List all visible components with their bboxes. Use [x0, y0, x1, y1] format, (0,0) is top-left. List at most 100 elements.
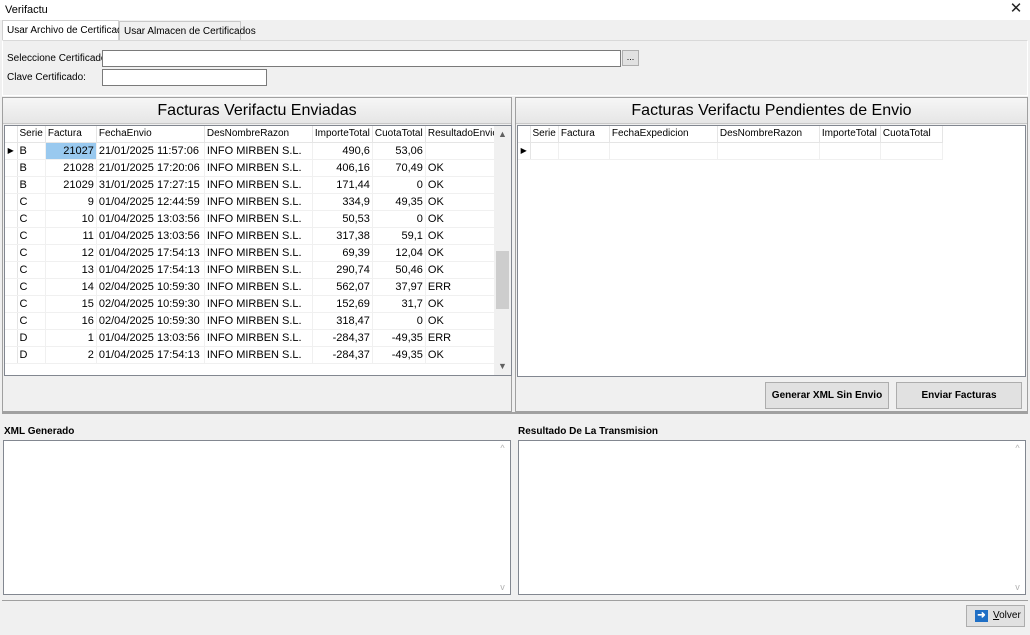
cell-fecha-envio[interactable]: 31/01/2025 17:27:15: [96, 176, 205, 194]
column-header-factura[interactable]: Factura: [558, 126, 610, 143]
cell-factura[interactable]: 16: [45, 312, 97, 330]
cell-serie[interactable]: C: [17, 227, 46, 245]
cell-serie[interactable]: D: [17, 329, 46, 347]
cell-cuota-total[interactable]: 37,97: [372, 278, 426, 296]
table-row[interactable]: C 10 01/04/2025 13:03:56 INFO MIRBEN S.L. 50…: [5, 210, 501, 228]
table-row[interactable]: C 13 01/04/2025 17:54:13 INFO MIRBEN S.L. 29…: [5, 261, 501, 279]
cell-fecha-envio[interactable]: 01/04/2025 17:54:13: [96, 261, 205, 279]
column-header-importe-total[interactable]: ImporteTotal: [312, 126, 373, 143]
cell-fecha-envio[interactable]: 01/04/2025 13:03:56: [96, 227, 205, 245]
cell-importe-total[interactable]: 490,6: [312, 142, 373, 160]
table-row[interactable]: B 21029 31/01/2025 17:27:15 INFO MIRBEN S.L…: [5, 176, 501, 194]
cell-fecha-envio[interactable]: 21/01/2025 11:57:06: [96, 142, 205, 160]
table-row[interactable]: C 14 02/04/2025 10:59:30 INFO MIRBEN S.L. 56…: [5, 278, 501, 296]
cell-resultado-envio[interactable]: OK: [425, 295, 501, 313]
cell-importe-total[interactable]: 152,69: [312, 295, 373, 313]
table-row[interactable]: C 11 01/04/2025 13:03:56 INFO MIRBEN S.L. 31…: [5, 227, 501, 245]
table-cell[interactable]: [717, 142, 820, 160]
table-row[interactable]: B 21028 21/01/2025 17:20:06 INFO MIRBEN S.L…: [5, 159, 501, 177]
scroll-up-icon[interactable]: ^: [1009, 443, 1026, 453]
column-header-serie[interactable]: Serie: [17, 126, 46, 143]
cell-des-nombre-razon[interactable]: INFO MIRBEN S.L.: [204, 261, 313, 279]
cell-cuota-total[interactable]: 12,04: [372, 244, 426, 262]
cell-des-nombre-razon[interactable]: INFO MIRBEN S.L.: [204, 329, 313, 347]
cell-fecha-envio[interactable]: 01/04/2025 17:54:13: [96, 346, 205, 364]
cell-des-nombre-razon[interactable]: INFO MIRBEN S.L.: [204, 295, 313, 313]
cell-resultado-envio[interactable]: OK: [425, 346, 501, 364]
cell-des-nombre-razon[interactable]: INFO MIRBEN S.L.: [204, 278, 313, 296]
cell-importe-total[interactable]: 290,74: [312, 261, 373, 279]
cell-resultado-envio[interactable]: ERR: [425, 278, 501, 296]
cell-factura[interactable]: 11: [45, 227, 97, 245]
cell-cuota-total[interactable]: 49,35: [372, 193, 426, 211]
cell-importe-total[interactable]: 69,39: [312, 244, 373, 262]
column-header-importe-total[interactable]: ImporteTotal: [819, 126, 881, 143]
table-row[interactable]: C 15 02/04/2025 10:59:30 INFO MIRBEN S.L. 15…: [5, 295, 501, 313]
sent-invoices-grid[interactable]: Serie Factura FechaEnvio DesNombreRazon …: [4, 125, 512, 376]
cell-serie[interactable]: D: [17, 346, 46, 364]
browse-button[interactable]: ...: [622, 50, 639, 66]
cell-factura[interactable]: 12: [45, 244, 97, 262]
scroll-down-icon[interactable]: v: [1009, 582, 1026, 592]
sent-grid-scrollbar[interactable]: ▲ ▼: [494, 126, 511, 375]
cell-cuota-total[interactable]: 59,1: [372, 227, 426, 245]
cell-factura[interactable]: 13: [45, 261, 97, 279]
xml-generated-textarea[interactable]: [3, 440, 511, 595]
table-row[interactable]: ▶ B 21027 21/01/2025 11:57:06 INFO MIRBEN S.…: [5, 141, 501, 160]
close-icon[interactable]: ✕: [1008, 1, 1024, 17]
cell-cuota-total[interactable]: 0: [372, 312, 426, 330]
column-header-resultado-envio[interactable]: ResultadoEnvio: [425, 126, 501, 143]
cell-serie[interactable]: C: [17, 210, 46, 228]
cell-factura[interactable]: 21029: [45, 176, 97, 194]
table-row[interactable]: C 16 02/04/2025 10:59:30 INFO MIRBEN S.L. 31…: [5, 312, 501, 330]
cell-resultado-envio[interactable]: OK: [425, 244, 501, 262]
cell-des-nombre-razon[interactable]: INFO MIRBEN S.L.: [204, 142, 313, 160]
cell-importe-total[interactable]: 171,44: [312, 176, 373, 194]
column-header-cuota-total[interactable]: CuotaTotal: [880, 126, 943, 143]
cell-serie[interactable]: B: [17, 142, 46, 160]
table-cell[interactable]: [819, 142, 881, 160]
cell-resultado-envio[interactable]: ERR: [425, 329, 501, 347]
cell-des-nombre-razon[interactable]: INFO MIRBEN S.L.: [204, 227, 313, 245]
cell-fecha-envio[interactable]: 01/04/2025 13:03:56: [96, 329, 205, 347]
cell-importe-total[interactable]: 50,53: [312, 210, 373, 228]
cell-resultado-envio[interactable]: OK: [425, 312, 501, 330]
tab-usar-almacen[interactable]: Usar Almacen de Certificados: [119, 21, 256, 40]
new-row[interactable]: ▶: [518, 142, 943, 160]
cell-importe-total[interactable]: -284,37: [312, 346, 373, 364]
cell-serie[interactable]: C: [17, 278, 46, 296]
cell-resultado-envio[interactable]: OK: [425, 193, 501, 211]
cell-des-nombre-razon[interactable]: INFO MIRBEN S.L.: [204, 176, 313, 194]
cell-des-nombre-razon[interactable]: INFO MIRBEN S.L.: [204, 244, 313, 262]
back-button[interactable]: ➜ Volver: [966, 605, 1025, 627]
cell-des-nombre-razon[interactable]: INFO MIRBEN S.L.: [204, 312, 313, 330]
table-cell[interactable]: [530, 142, 559, 160]
cell-serie[interactable]: B: [17, 159, 46, 177]
cell-resultado-envio[interactable]: OK: [425, 227, 501, 245]
scroll-thumb[interactable]: [496, 251, 509, 309]
cell-cuota-total[interactable]: 0: [372, 210, 426, 228]
cell-serie[interactable]: C: [17, 312, 46, 330]
cell-importe-total[interactable]: 317,38: [312, 227, 373, 245]
cell-cuota-total[interactable]: 53,06: [372, 142, 426, 160]
cell-cuota-total[interactable]: 70,49: [372, 159, 426, 177]
column-header-factura[interactable]: Factura: [45, 126, 97, 143]
cell-cuota-total[interactable]: -49,35: [372, 329, 426, 347]
cell-importe-total[interactable]: 406,16: [312, 159, 373, 177]
table-row[interactable]: C 9 01/04/2025 12:44:59 INFO MIRBEN S.L. 334…: [5, 193, 501, 211]
cell-resultado-envio[interactable]: OK: [425, 176, 501, 194]
pending-invoices-grid[interactable]: Serie Factura FechaExpedicion DesNombreR…: [517, 125, 1026, 377]
xml-textarea-scrollbar[interactable]: ^ v: [494, 441, 511, 594]
cell-resultado-envio[interactable]: OK: [425, 159, 501, 177]
cell-factura[interactable]: 9: [45, 193, 97, 211]
cell-factura[interactable]: 21027: [44, 141, 97, 160]
cell-fecha-envio[interactable]: 01/04/2025 12:44:59: [96, 193, 205, 211]
table-row[interactable]: D 1 01/04/2025 13:03:56 INFO MIRBEN S.L. -28…: [5, 329, 501, 347]
scroll-up-icon[interactable]: ▲: [494, 126, 511, 143]
cell-cuota-total[interactable]: 50,46: [372, 261, 426, 279]
cell-des-nombre-razon[interactable]: INFO MIRBEN S.L.: [204, 346, 313, 364]
result-textarea-scrollbar[interactable]: ^ v: [1009, 441, 1026, 594]
cell-fecha-envio[interactable]: 21/01/2025 17:20:06: [96, 159, 205, 177]
certificate-file-input[interactable]: [102, 50, 621, 67]
table-row[interactable]: D 2 01/04/2025 17:54:13 INFO MIRBEN S.L. -28…: [5, 346, 501, 364]
